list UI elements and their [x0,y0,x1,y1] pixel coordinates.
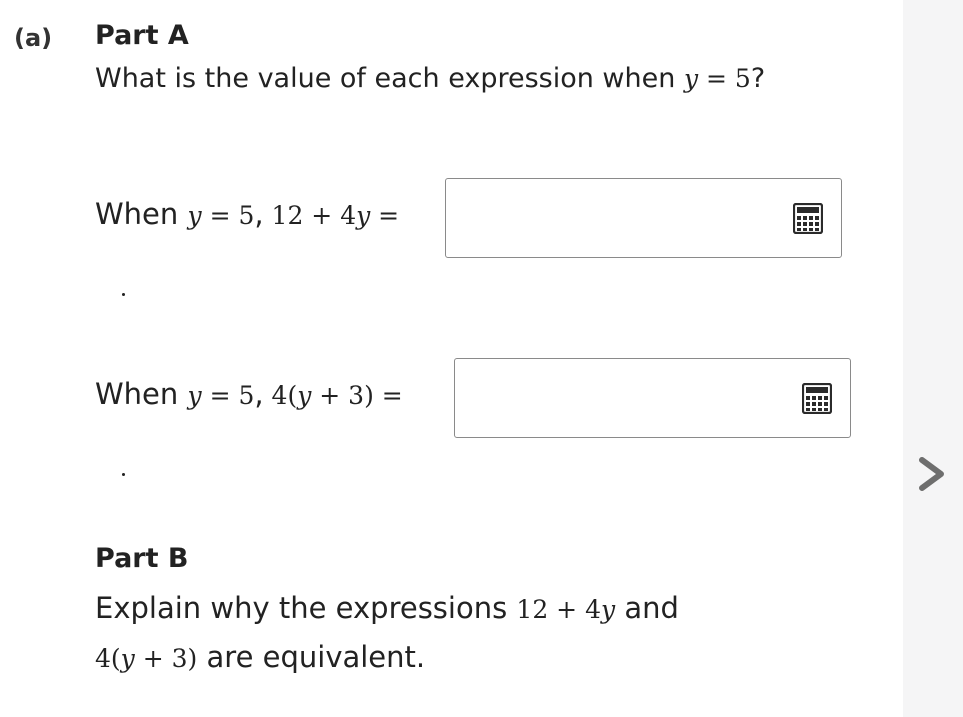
row-1-expr-a: 12 + 4 [263,201,357,230]
answer-input-2[interactable] [454,358,851,438]
row-2-period [122,473,125,476]
row-1-expr-b: = [370,201,400,230]
row-1-expr-var: y [356,201,371,230]
row-1-comma: , [254,197,264,231]
calculator-icon[interactable] [802,383,832,414]
row-2-expression: 4(y + 3) = [264,381,403,410]
part-b-line-2-end: are equivalent. [197,640,426,674]
row-2-lead: When [95,377,188,411]
answer-input-1[interactable] [445,178,842,258]
row-1-condition: y = 5 [188,201,255,230]
part-a-heading: Part A [95,20,189,51]
part-b-line-2-math-b: + 3) [134,644,198,673]
part-b-line-1-math: 12 + 4y [516,595,615,624]
part-b-line-1-math-a: 12 + 4 [516,595,601,624]
row-1-period [122,293,125,296]
prompt-var: y [683,64,699,93]
row-2-expr-a: 4( [263,381,298,410]
row-2-expr-b: + 3) = [311,381,403,410]
row-2-cond-var: y [187,381,202,410]
row-2-cond-rest: = 5 [201,381,255,410]
part-b-line-1-text: Explain why the expressions [95,591,517,625]
part-b-line-2: 4(y + 3) are equivalent. [95,640,425,674]
prompt-rest: = 5 [698,64,751,93]
part-b-line-2-math: 4(y + 3) [95,644,197,673]
right-sidebar [903,0,963,717]
part-a-prompt: What is the value of each expression whe… [95,63,765,94]
row-2-comma: , [254,377,264,411]
prompt-text: What is the value of each expression whe… [95,63,684,94]
prompt-math: y = 5 [684,64,751,93]
part-b-line-1-end: and [615,591,679,625]
part-b-line-1-math-var: y [600,595,616,624]
row-1-cond-rest: = 5 [201,201,255,230]
row-1-expression: 12 + 4y = [264,201,400,230]
prompt-end: ? [750,63,766,94]
row-2-condition: y = 5 [188,381,255,410]
row-1-cond-var: y [187,201,202,230]
part-b-line-2-math-var: y [120,644,135,673]
expression-row-2: When y = 5, 4(y + 3) = [95,377,403,411]
calculator-icon[interactable] [793,203,823,234]
question-label: (a) [14,24,53,52]
part-b-line-2-math-a: 4( [95,644,121,673]
part-b-heading: Part B [95,543,189,574]
row-1-lead: When [95,197,188,231]
chevron-right-icon[interactable] [917,455,947,493]
expression-row-1: When y = 5, 12 + 4y = [95,197,399,231]
part-b-line-1: Explain why the expressions 12 + 4y and [95,591,679,625]
row-2-expr-var: y [297,381,312,410]
